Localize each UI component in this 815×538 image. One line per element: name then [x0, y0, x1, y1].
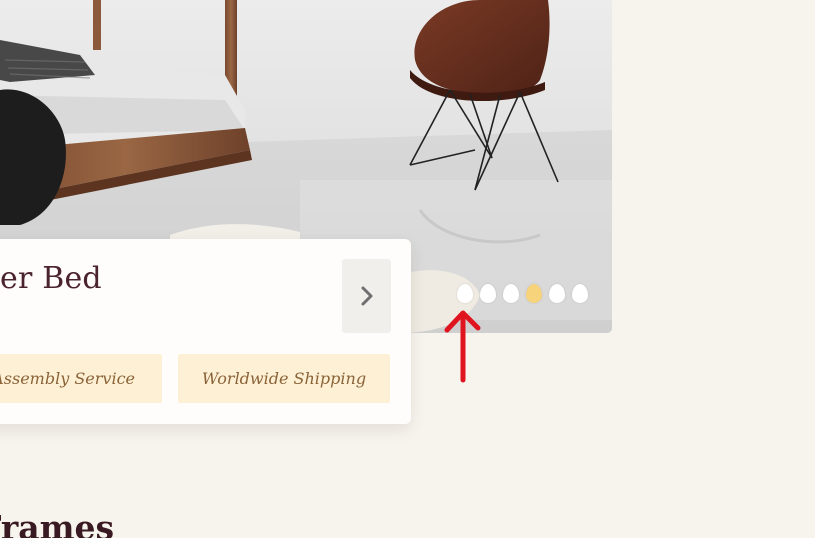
carousel-dot-2[interactable]	[480, 284, 496, 303]
carousel-dot-1[interactable]	[457, 284, 473, 303]
feature-badge-shipping: Worldwide Shipping	[178, 354, 390, 403]
carousel-dot-6[interactable]	[572, 284, 588, 303]
carousel-dot-3[interactable]	[503, 284, 519, 303]
feature-badge-assembly: d Assembly Service	[0, 354, 162, 403]
section-heading: Frames	[0, 508, 115, 538]
carousel-pagination	[457, 284, 588, 303]
chevron-right-icon	[361, 286, 372, 306]
next-slide-button[interactable]	[342, 259, 391, 333]
carousel-dot-5[interactable]	[549, 284, 565, 303]
arrow-up-icon	[442, 304, 484, 388]
carousel-dot-4-active[interactable]	[526, 284, 542, 303]
page: er Bed d Assembly Service Worldwide Ship…	[0, 0, 815, 538]
product-title: er Bed	[0, 261, 102, 296]
product-card: er Bed d Assembly Service Worldwide Ship…	[0, 239, 411, 424]
